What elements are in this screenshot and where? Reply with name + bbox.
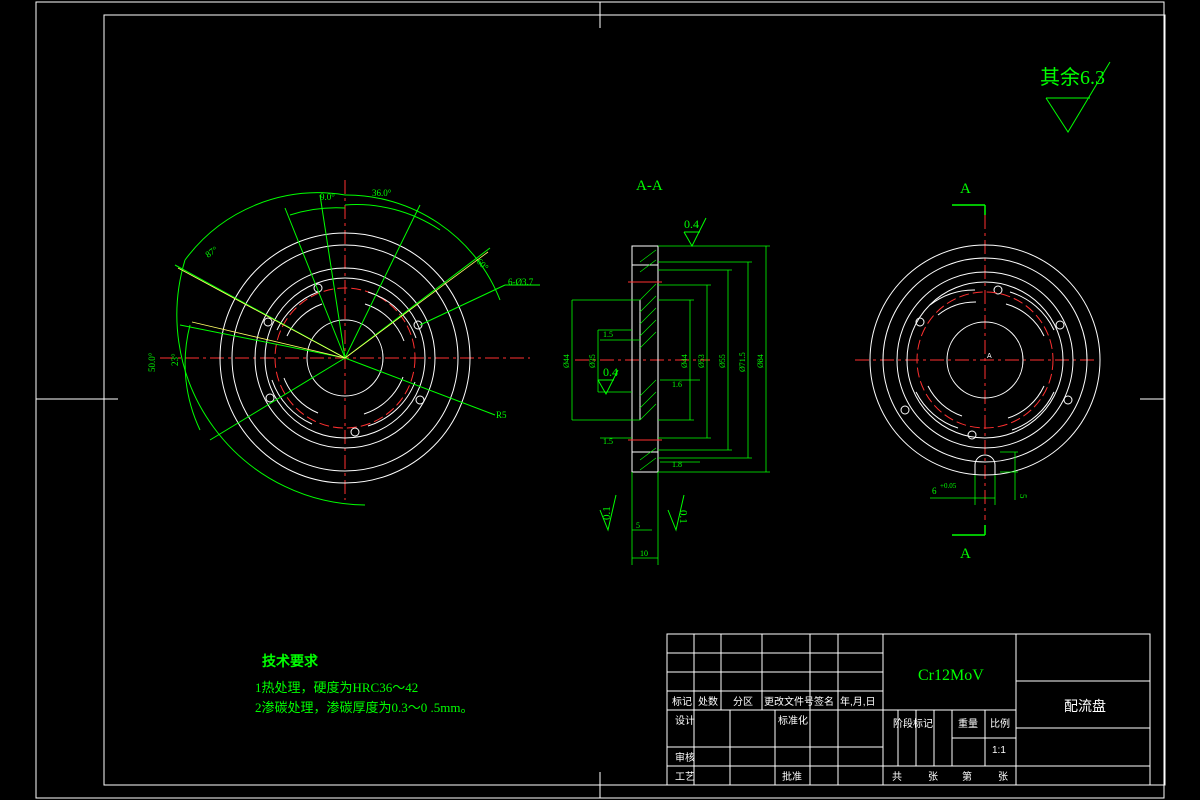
- dim-slot-tolerance: +0.05: [940, 482, 957, 490]
- dim-dia-71: Ø71.5: [738, 352, 747, 372]
- drawing-canvas: 其余6.3 9.0° 36.0° 87° 60° 6-Ø3.7 50.0° 23…: [35, 1, 1166, 799]
- svg-text:批准: 批准: [782, 770, 802, 783]
- svg-text:签名: 签名: [814, 695, 834, 708]
- roughness-0-4-top: 0.4: [684, 217, 699, 231]
- svg-text:处数: 处数: [698, 695, 718, 708]
- drawing-frame: [35, 1, 1166, 799]
- svg-text:比例: 比例: [990, 717, 1010, 730]
- svg-text:标准化: 标准化: [778, 714, 808, 727]
- dim-left-87deg: 87°: [203, 244, 219, 260]
- material-label: Cr12MoV: [918, 667, 984, 684]
- part-name: 配流盘: [1064, 698, 1106, 714]
- dim-10: 10: [640, 549, 648, 558]
- svg-text:阶段标记: 阶段标记: [893, 717, 933, 730]
- dim-left-r5: R5: [496, 410, 507, 420]
- dim-left-holes: 6-Ø3.7: [508, 277, 534, 287]
- dim-1-5-bottom: 1.5: [603, 437, 613, 446]
- section-view: A-A 0.4 0.4 0.1 0.1 1.5 1.6 1.5 1.8 5 10…: [562, 178, 770, 565]
- svg-text:审核: 审核: [675, 751, 695, 764]
- technical-requirements: 技术要求 1热处理，硬度为HRC36～42 2渗碳处理，渗碳厚度为0.3～0 .…: [255, 653, 473, 715]
- svg-text:更改文件号: 更改文件号: [764, 695, 814, 708]
- dim-left-36deg: 36.0°: [372, 188, 392, 198]
- surface-roughness-symbol: 其余6.3: [1040, 61, 1111, 133]
- svg-text:分区: 分区: [733, 696, 753, 708]
- svg-text:标记: 标记: [672, 696, 692, 708]
- dim-left-23deg: 23°: [170, 353, 180, 366]
- section-marker-bottom: A: [960, 546, 971, 562]
- dim-left-9deg: 9.0°: [320, 192, 335, 202]
- section-title: A-A: [636, 178, 663, 194]
- roughness-0-1-left: 0.1: [601, 506, 613, 520]
- right-view: A A A 6 +0.05 5: [855, 181, 1101, 562]
- dim-dia-44-inner: Ø44: [680, 354, 689, 368]
- svg-text:其余6.3: 其余6.3: [1040, 66, 1105, 89]
- tech-req-1: 1热处理，硬度为HRC36～42: [255, 680, 418, 695]
- dim-dia-53: Ø53: [697, 354, 706, 368]
- svg-text:张: 张: [998, 771, 1008, 783]
- dim-left-50deg: 50.0°: [147, 352, 157, 372]
- dim-dia-44-left: Ø44: [562, 354, 571, 368]
- tech-req-title: 技术要求: [262, 653, 319, 670]
- svg-text:设计: 设计: [675, 714, 695, 727]
- tech-req-2: 2渗碳处理，渗碳厚度为0.3～0 .5mm。: [255, 700, 473, 715]
- svg-text:第: 第: [962, 770, 972, 783]
- svg-text:张: 张: [928, 771, 938, 783]
- dim-1-5-top: 1.5: [603, 330, 613, 339]
- right-view-center-label: A: [987, 353, 992, 360]
- roughness-0-4-mid: 0.4: [603, 365, 618, 379]
- svg-text:重量: 重量: [958, 717, 978, 730]
- dim-slot-width: 6: [932, 486, 937, 496]
- section-marker-top: A: [960, 181, 971, 197]
- dim-1-8: 1.8: [672, 460, 682, 469]
- left-view: 9.0° 36.0° 87° 60° 6-Ø3.7 50.0° 23° R5: [147, 180, 540, 506]
- dim-dia-55: Ø55: [718, 354, 727, 368]
- dim-dia-84: Ø84: [756, 354, 765, 368]
- svg-text:年,月,日: 年,月,日: [840, 695, 876, 708]
- dim-5: 5: [636, 521, 640, 530]
- dim-dia-35: Ø35: [588, 354, 597, 368]
- svg-text:共: 共: [892, 771, 902, 783]
- svg-text:工艺: 工艺: [675, 771, 695, 783]
- svg-text:1:1: 1:1: [992, 745, 1006, 756]
- dim-slot-depth: 5: [1018, 494, 1028, 499]
- roughness-0-1-right: 0.1: [677, 510, 689, 524]
- dim-1-6: 1.6: [672, 380, 682, 389]
